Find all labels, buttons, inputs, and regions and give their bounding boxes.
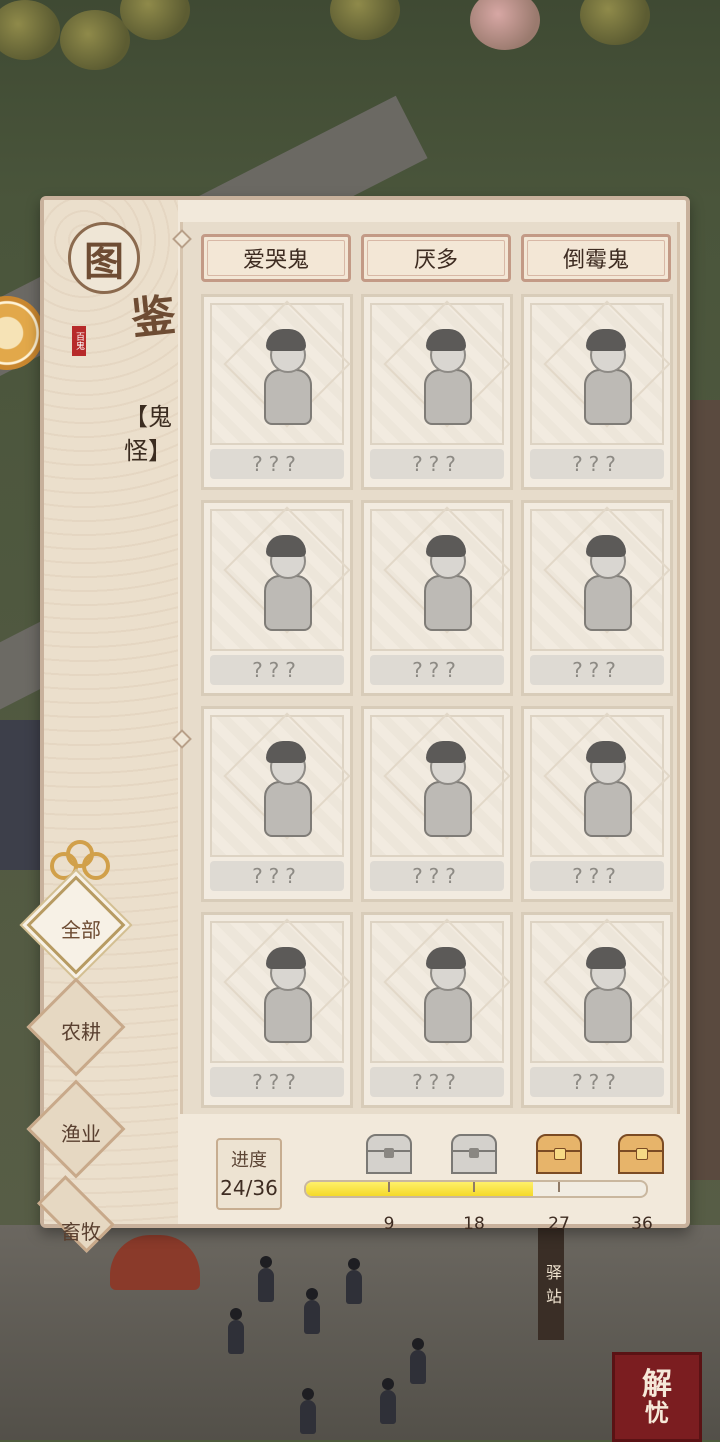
- progress-value: 24/36: [220, 1176, 278, 1200]
- hidden-name-label: ???: [210, 655, 344, 685]
- ghost-figure-icon: [576, 533, 636, 633]
- ghost-figure-icon: [416, 739, 476, 839]
- character-card[interactable]: ???: [361, 500, 513, 696]
- tab-all-label: 全部: [61, 918, 101, 942]
- collection-grid: 爱哭鬼 厌多 倒霉鬼 ?????????????????????????????…: [172, 222, 680, 1114]
- card-frame: [530, 300, 671, 445]
- villager: [300, 1388, 316, 1434]
- milestone-label: 36: [631, 1214, 653, 1234]
- jieyou-char-1: 解: [642, 1366, 672, 1402]
- hidden-name-label: ???: [370, 861, 504, 891]
- red-stamp: 百鬼: [72, 326, 86, 356]
- milestone-label: 18: [463, 1214, 485, 1234]
- progress-fill: [306, 1182, 533, 1196]
- chest-icon[interactable]: [366, 1134, 412, 1174]
- character-card[interactable]: ???: [361, 706, 513, 902]
- villager: [228, 1308, 244, 1354]
- tab-farming-label: 农耕: [61, 1020, 101, 1044]
- character-name: 爱哭鬼: [201, 234, 351, 282]
- character-card[interactable]: ???: [201, 706, 353, 902]
- villager: [380, 1378, 396, 1424]
- villager: [410, 1338, 426, 1384]
- ghost-figure-icon: [256, 533, 316, 633]
- villager: [304, 1288, 320, 1334]
- card-frame: [210, 918, 351, 1063]
- hidden-name-label: ???: [370, 449, 504, 479]
- card-frame: [530, 506, 671, 651]
- character-card[interactable]: ???: [201, 912, 353, 1108]
- hidden-name-label: ???: [530, 861, 664, 891]
- hidden-name-label: ???: [210, 449, 344, 479]
- progress-counter: 进度 24/36: [216, 1138, 282, 1210]
- character-card[interactable]: ???: [521, 294, 673, 490]
- card-frame: [210, 506, 351, 651]
- character-card[interactable]: ???: [521, 912, 673, 1108]
- character-card[interactable]: ???: [201, 294, 353, 490]
- jieyou-button[interactable]: 解 忧: [612, 1352, 702, 1442]
- card-frame: [370, 712, 511, 857]
- milestone-label: 9: [383, 1214, 395, 1234]
- character-card[interactable]: ???: [521, 500, 673, 696]
- card-frame: [210, 712, 351, 857]
- tab-livestock-label: 畜牧: [61, 1220, 101, 1244]
- card-frame: [370, 918, 511, 1063]
- chest-icon[interactable]: [536, 1134, 582, 1174]
- progress-bar: [304, 1180, 648, 1198]
- character-card[interactable]: ???: [201, 500, 353, 696]
- ghost-figure-icon: [576, 739, 636, 839]
- progress-tick: [473, 1182, 475, 1192]
- collection-panel: 图 鉴 百鬼 【鬼怪】 全部 农耕 渔业 畜牧 爱哭鬼 厌多 倒霉鬼 ??? ?…: [26, 196, 690, 1253]
- card-frame: [530, 918, 671, 1063]
- character-name: 厌多: [361, 234, 511, 282]
- ghost-figure-icon: [576, 945, 636, 1045]
- tab-fishing-label: 渔业: [61, 1122, 101, 1146]
- card-frame: [210, 300, 351, 445]
- tree: [60, 10, 130, 70]
- hidden-name-label: ???: [370, 655, 504, 685]
- knot-icon: [50, 840, 110, 880]
- ghost-figure-icon: [416, 327, 476, 427]
- villager: [258, 1256, 274, 1302]
- card-frame: [370, 506, 511, 651]
- hidden-name-label: ???: [210, 861, 344, 891]
- ghost-figure-icon: [256, 739, 316, 839]
- ghost-figure-icon: [416, 945, 476, 1045]
- progress-section: 进度 24/36 9 18 27 36: [180, 1120, 674, 1234]
- hidden-name-label: ???: [210, 1067, 344, 1097]
- progress-tick: [558, 1182, 560, 1192]
- character-card[interactable]: ???: [361, 294, 513, 490]
- hidden-name-label: ???: [530, 449, 664, 479]
- character-card[interactable]: ???: [361, 912, 513, 1108]
- title-char-2: 鉴: [128, 289, 179, 346]
- category-label: 【鬼怪】: [124, 403, 172, 465]
- milestone-label: 27: [548, 1214, 570, 1234]
- ghost-figure-icon: [416, 533, 476, 633]
- villager: [346, 1258, 362, 1304]
- hidden-name-label: ???: [370, 1067, 504, 1097]
- hidden-name-label: ???: [530, 1067, 664, 1097]
- jieyou-char-2: 忧: [645, 1398, 669, 1428]
- hidden-name-label: ???: [530, 655, 664, 685]
- title-seal: 图 鉴 百鬼: [68, 222, 178, 356]
- ghost-figure-icon: [256, 945, 316, 1045]
- card-frame: [370, 300, 511, 445]
- character-card[interactable]: ???: [521, 706, 673, 902]
- building: [0, 720, 40, 870]
- ghost-figure-icon: [256, 327, 316, 427]
- progress-label: 进度: [231, 1150, 267, 1171]
- station-sign: 驿站: [538, 1228, 564, 1340]
- character-name: 倒霉鬼: [521, 234, 671, 282]
- chest-icon[interactable]: [451, 1134, 497, 1174]
- ghost-figure-icon: [576, 327, 636, 427]
- building: [690, 400, 720, 1180]
- progress-tick: [388, 1182, 390, 1192]
- chest-icon[interactable]: [618, 1134, 664, 1174]
- card-frame: [530, 712, 671, 857]
- left-sidebar: 图 鉴 百鬼 【鬼怪】 全部 农耕 渔业 畜牧: [26, 200, 178, 1253]
